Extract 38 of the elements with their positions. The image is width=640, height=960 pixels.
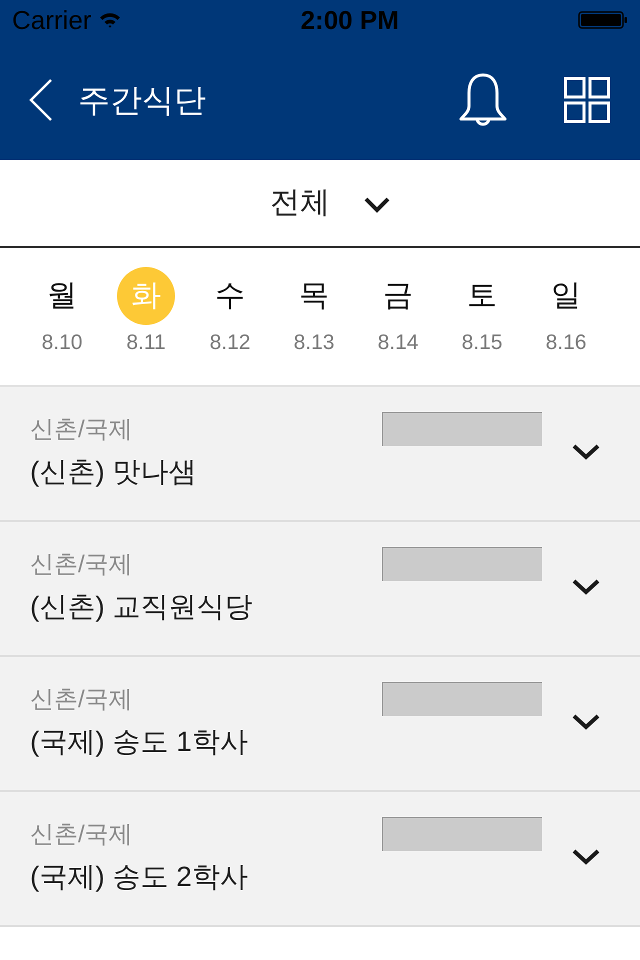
date-label: 8.16 — [546, 330, 586, 356]
campus-label: 신촌/국제 — [30, 820, 134, 850]
grid-menu-icon — [564, 77, 610, 123]
date-label: 8.11 — [126, 330, 166, 356]
restaurant-name: (신촌) 교직원식당 — [30, 590, 254, 624]
date-label: 8.13 — [294, 330, 334, 356]
restaurant-row[interactable]: 신촌/국제 (신촌) 맛나샘 — [0, 387, 640, 522]
notification-button[interactable] — [458, 72, 508, 128]
date-label: 8.14 — [378, 330, 418, 356]
carrier-name: Carrier — [12, 5, 92, 35]
campus-label: 신촌/국제 — [30, 550, 134, 580]
chevron-down-icon — [364, 197, 390, 213]
restaurant-row[interactable]: 신촌/국제 (국제) 송도 1학사 — [0, 657, 640, 792]
day-tab[interactable]: 금 — [369, 267, 427, 325]
date-label: 8.15 — [462, 330, 502, 356]
campus-filter-dropdown[interactable]: 전체 — [270, 183, 390, 223]
restaurant-name: (국제) 송도 1학사 — [30, 725, 249, 759]
day-tab[interactable]: 수 — [201, 267, 259, 325]
page-title: 주간식단 — [78, 81, 206, 120]
bell-icon — [458, 72, 508, 128]
back-icon — [29, 79, 53, 121]
day-tab[interactable]: 일 — [537, 267, 595, 325]
campus-label: 신촌/국제 — [30, 415, 134, 445]
battery-icon — [578, 11, 628, 29]
menu-button[interactable] — [564, 77, 610, 123]
status-time: 2:00 PM — [300, 5, 399, 35]
day-tab[interactable]: 목 — [285, 267, 343, 325]
back-button[interactable] — [28, 78, 54, 122]
date-label: 8.10 — [42, 330, 82, 356]
wifi-icon — [99, 12, 122, 28]
restaurant-name: (신촌) 맛나샘 — [30, 455, 198, 489]
restaurant-name: (국제) 송도 2학사 — [30, 860, 249, 894]
date-label: 8.12 — [210, 330, 250, 356]
day-tab[interactable]: 토 — [453, 267, 511, 325]
restaurant-row[interactable]: 신촌/국제 (국제) 송도 2학사 — [0, 792, 640, 927]
campus-label: 신촌/국제 — [30, 685, 134, 715]
restaurant-row[interactable]: 신촌/국제 (신촌) 교직원식당 — [0, 522, 640, 657]
day-tab[interactable]: 월 — [33, 267, 91, 325]
